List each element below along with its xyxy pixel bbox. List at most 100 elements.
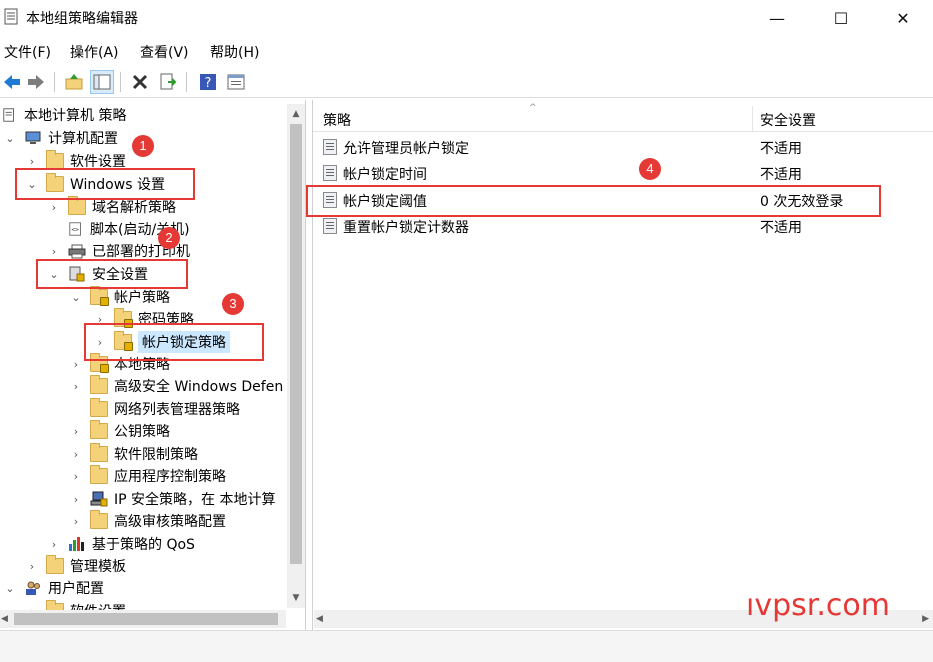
list-item[interactable]: 帐户锁定时间 不适用 (313, 160, 933, 186)
export-list-icon[interactable] (156, 70, 180, 94)
window-title: 本地组策略编辑器 (26, 11, 138, 27)
chevron-right-icon[interactable]: › (26, 155, 38, 168)
column-header-policy[interactable]: 策略 (323, 110, 351, 130)
policy-name: 允许管理员帐户锁定 (343, 141, 469, 157)
policy-setting: 不适用 (760, 167, 802, 183)
computer-icon (25, 131, 41, 144)
tree-item-admin-templates[interactable]: › 管理模板 (26, 555, 126, 577)
menu-action[interactable]: 操作(A) (70, 40, 119, 64)
policy-name: 帐户锁定时间 (343, 167, 427, 183)
policy-name: 重置帐户锁定计数器 (343, 220, 469, 236)
list-item[interactable]: 允许管理员帐户锁定 不适用 (313, 134, 933, 160)
close-button[interactable]: ✕ (880, 0, 926, 36)
tree-item-computer-config[interactable]: ⌄ 计算机配置 (4, 127, 118, 149)
ip-security-icon (90, 491, 108, 507)
folder-icon (90, 510, 108, 529)
scroll-right-icon[interactable]: ▶ (922, 610, 929, 628)
chevron-right-icon[interactable]: › (70, 358, 82, 371)
folder-icon (90, 465, 108, 484)
tree-horizontal-scrollbar[interactable]: ◀ (0, 610, 286, 628)
app-icon (4, 8, 18, 25)
folder-icon (90, 443, 108, 462)
tree-item-public-key-policies[interactable]: › 公钥策略 (70, 420, 170, 442)
svg-text:?: ? (205, 76, 212, 91)
chevron-right-icon[interactable]: › (70, 425, 82, 438)
folder-icon (90, 398, 108, 417)
annotation-badge-1: 1 (132, 135, 154, 157)
menu-view[interactable]: 查看(V) (140, 40, 189, 64)
scroll-left-icon[interactable]: ◀ (316, 610, 323, 628)
folder-icon (90, 375, 108, 394)
tree-root[interactable]: 本地计算机 策略 (2, 104, 126, 126)
tree-item-windows-defender-firewall[interactable]: › 高级安全 Windows Defen (70, 375, 283, 397)
scroll-up-icon[interactable]: ▲ (287, 106, 305, 122)
policy-setting: 不适用 (760, 141, 802, 157)
forward-arrow-icon[interactable] (24, 70, 48, 94)
chevron-right-icon[interactable]: › (48, 201, 60, 214)
locked-folder-icon (90, 286, 109, 306)
chevron-right-icon[interactable]: › (70, 380, 82, 393)
policy-icon (323, 218, 337, 234)
folder-icon (90, 420, 108, 439)
show-hide-tree-icon[interactable] (90, 70, 114, 94)
folder-icon (68, 196, 86, 215)
properties-icon[interactable] (224, 70, 248, 94)
tree-item-network-list-manager[interactable]: 网络列表管理器策略 (90, 398, 240, 420)
tree-item-app-control-policies[interactable]: › 应用程序控制策略 (70, 465, 226, 487)
tree-vertical-scrollbar[interactable]: ▲ ▼ (287, 104, 305, 608)
tree-item-user-config[interactable]: ⌄ 用户配置 (4, 577, 104, 599)
menu-file[interactable]: 文件(F) (4, 40, 51, 64)
policy-setting: 不适用 (760, 220, 802, 236)
chevron-right-icon[interactable]: › (48, 245, 60, 258)
annotation-badge-2: 2 (158, 227, 180, 249)
tree-item-ip-security-policies[interactable]: › IP 安全策略，在 本地计算 (70, 488, 275, 510)
help-icon[interactable]: ? (196, 70, 220, 94)
annotation-badge-3: 3 (222, 293, 244, 315)
policy-icon (323, 165, 337, 181)
bar-chart-icon (69, 537, 84, 551)
scroll-down-icon[interactable]: ▼ (287, 590, 305, 606)
tree-item-advanced-audit-policy[interactable]: › 高级审核策略配置 (70, 510, 226, 532)
scroll-thumb[interactable] (290, 124, 302, 564)
scroll-thumb[interactable] (14, 613, 278, 625)
annotation-box-security-settings (36, 259, 188, 289)
column-header-security-setting[interactable]: 安全设置 (760, 110, 816, 130)
script-icon: <> (69, 222, 81, 236)
list-header: ^ 策略 安全设置 (313, 103, 933, 132)
policy-icon (323, 139, 337, 155)
status-bar (0, 630, 933, 662)
delete-icon[interactable] (128, 70, 152, 94)
toolbar: ? (0, 66, 933, 98)
menu-help[interactable]: 帮助(H) (210, 40, 259, 64)
svg-text:<>: <> (71, 227, 79, 234)
chevron-right-icon[interactable]: › (70, 470, 82, 483)
scroll-left-icon[interactable]: ◀ (1, 610, 8, 628)
annotation-box-lockout-threshold (306, 185, 881, 217)
folder-icon (46, 150, 64, 169)
chevron-right-icon[interactable]: › (26, 560, 38, 573)
minimize-button[interactable]: — (754, 0, 800, 36)
annotation-badge-4: 4 (639, 158, 661, 180)
tree-item-account-policies[interactable]: ⌄ 帐户策略 (70, 286, 170, 308)
sort-caret-icon: ^ (529, 103, 537, 113)
up-folder-icon[interactable] (62, 70, 86, 94)
policy-document-icon (3, 108, 14, 122)
tree-item-software-restriction[interactable]: › 软件限制策略 (70, 443, 198, 465)
annotation-box-windows-settings (15, 168, 195, 200)
annotation-box-account-lockout (84, 323, 264, 361)
back-arrow-icon[interactable] (0, 70, 24, 94)
chevron-right-icon[interactable]: › (70, 448, 82, 461)
watermark: ıvpsr.com (746, 588, 890, 623)
chevron-right-icon[interactable]: › (70, 493, 82, 506)
chevron-right-icon[interactable]: › (70, 515, 82, 528)
chevron-down-icon[interactable]: ⌄ (4, 132, 16, 145)
chevron-right-icon[interactable]: › (48, 538, 60, 551)
title-bar: 本地组策略编辑器 — ☐ ✕ (0, 0, 933, 36)
users-icon (26, 581, 40, 595)
menu-bar: 文件(F) 操作(A) 查看(V) 帮助(H) (0, 38, 933, 62)
maximize-button[interactable]: ☐ (818, 0, 864, 36)
printer-icon (68, 244, 86, 259)
tree-item-policy-based-qos[interactable]: › 基于策略的 QoS (48, 533, 195, 555)
chevron-down-icon[interactable]: ⌄ (4, 582, 16, 595)
chevron-down-icon[interactable]: ⌄ (70, 291, 82, 304)
